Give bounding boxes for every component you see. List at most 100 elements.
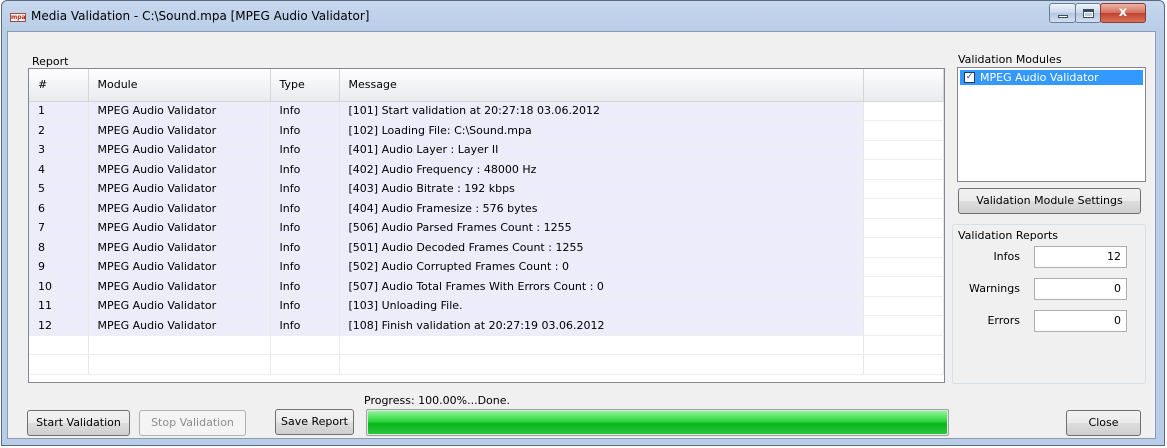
- cell-number: 12: [29, 315, 89, 336]
- table-row[interactable]: 4 MPEG Audio Validator Info [402] Audio Fre…: [29, 159, 944, 180]
- cell-filler: [863, 120, 944, 141]
- progress-bar: [366, 409, 949, 436]
- cell-module: MPEG Audio Validator: [88, 179, 271, 199]
- cell-filler: [863, 140, 944, 160]
- progress-label: Progress: 100.00%...Done.: [364, 394, 511, 407]
- cell-module: MPEG Audio Validator: [88, 315, 271, 336]
- cell-module: MPEG Audio Validator: [88, 101, 271, 121]
- cell-number: 2: [29, 120, 89, 141]
- column-header-message[interactable]: Message: [339, 69, 864, 102]
- start-validation-button[interactable]: Start Validation: [27, 410, 130, 436]
- table-row[interactable]: [29, 354, 944, 375]
- cell-type: Info: [270, 237, 340, 258]
- column-header-type[interactable]: Type: [270, 69, 340, 102]
- table-row[interactable]: [29, 335, 944, 355]
- cell-type: Info: [270, 276, 340, 297]
- cell-message: [101] Start validation at 20:27:18 03.06…: [339, 101, 864, 121]
- column-header-module[interactable]: Module: [88, 69, 271, 102]
- warnings-count: 0: [1034, 278, 1127, 300]
- title-bar[interactable]: mpa Media Validation - C:\Sound.mpa [MPE…: [2, 1, 1164, 33]
- table-row[interactable]: 12 MPEG Audio Validator Info [108] Finish v…: [29, 315, 944, 336]
- cell-filler: [863, 198, 944, 219]
- cell-module: [88, 354, 271, 375]
- report-list[interactable]: # Module Type Message 1 MPEG Audio Valida…: [28, 68, 945, 383]
- cell-module: MPEG Audio Validator: [88, 120, 271, 141]
- infos-count: 12: [1034, 246, 1127, 268]
- cell-type: [270, 335, 340, 355]
- save-report-button[interactable]: Save Report: [275, 409, 354, 435]
- table-row[interactable]: 9 MPEG Audio Validator Info [502] Audio Cor…: [29, 257, 944, 277]
- cell-module: [88, 335, 271, 355]
- table-row[interactable]: 6 MPEG Audio Validator Info [404] Audio Fra…: [29, 198, 944, 219]
- cell-message: [339, 354, 864, 375]
- validation-modules-list[interactable]: ✓ MPEG Audio Validator: [957, 67, 1146, 182]
- cell-filler: [863, 101, 944, 121]
- cell-number: 5: [29, 179, 89, 199]
- cell-module: MPEG Audio Validator: [88, 296, 271, 316]
- table-row[interactable]: 8 MPEG Audio Validator Info [501] Audio Dec…: [29, 237, 944, 258]
- cell-number: 7: [29, 218, 89, 238]
- close-button[interactable]: Close: [1066, 410, 1141, 436]
- column-header-number[interactable]: #: [29, 69, 89, 102]
- cell-message: [507] Audio Total Frames With Errors Cou…: [339, 276, 864, 297]
- cell-module: MPEG Audio Validator: [88, 257, 271, 277]
- cell-number: 9: [29, 257, 89, 277]
- cell-filler: [863, 218, 944, 238]
- cell-filler: [863, 159, 944, 180]
- cell-message: [401] Audio Layer : Layer II: [339, 140, 864, 160]
- cell-type: Info: [270, 296, 340, 316]
- minimize-icon: [1058, 15, 1068, 18]
- cell-message: [506] Audio Parsed Frames Count : 1255: [339, 218, 864, 238]
- module-item-label: MPEG Audio Validator: [980, 71, 1099, 84]
- cell-type: Info: [270, 159, 340, 180]
- cell-message: [108] Finish validation at 20:27:19 03.0…: [339, 315, 864, 336]
- cell-message: [403] Audio Bitrate : 192 kbps: [339, 179, 864, 199]
- report-table: # Module Type Message 1 MPEG Audio Valida…: [29, 69, 944, 375]
- report-header-row: # Module Type Message: [29, 69, 944, 102]
- errors-count: 0: [1034, 310, 1127, 332]
- warnings-label: Warnings: [969, 282, 1020, 295]
- cell-number: 1: [29, 101, 89, 121]
- cell-number: [29, 354, 89, 375]
- table-row[interactable]: 10 MPEG Audio Validator Info [507] Audio To…: [29, 276, 944, 297]
- cell-type: Info: [270, 140, 340, 160]
- cell-type: Info: [270, 198, 340, 219]
- table-row[interactable]: 1 MPEG Audio Validator Info [101] Start val…: [29, 101, 944, 121]
- cell-type: Info: [270, 101, 340, 121]
- cell-number: [29, 335, 89, 355]
- validation-reports-label: Validation Reports: [958, 229, 1059, 242]
- cell-type: Info: [270, 179, 340, 199]
- maximize-icon: [1083, 9, 1094, 18]
- cell-filler: [863, 237, 944, 258]
- cell-number: 6: [29, 198, 89, 219]
- validation-module-settings-button[interactable]: Validation Module Settings: [958, 188, 1141, 214]
- cell-filler: [863, 354, 944, 375]
- module-item-mpeg-audio-validator[interactable]: ✓ MPEG Audio Validator: [960, 70, 1143, 85]
- table-row[interactable]: 2 MPEG Audio Validator Info [102] Loading F…: [29, 120, 944, 141]
- close-icon: x: [1118, 5, 1128, 20]
- table-row[interactable]: 3 MPEG Audio Validator Info [401] Audio Lay…: [29, 140, 944, 160]
- cell-message: [501] Audio Decoded Frames Count : 1255: [339, 237, 864, 258]
- maximize-button[interactable]: [1075, 3, 1101, 23]
- checkbox-checked-icon[interactable]: ✓: [964, 72, 975, 83]
- table-row[interactable]: 5 MPEG Audio Validator Info [403] Audio Bit…: [29, 179, 944, 199]
- cell-message: [103] Unloading File.: [339, 296, 864, 316]
- cell-type: Info: [270, 257, 340, 277]
- column-header-filler: [863, 69, 944, 102]
- app-icon: mpa: [10, 13, 26, 22]
- cell-module: MPEG Audio Validator: [88, 198, 271, 219]
- stop-validation-button[interactable]: Stop Validation: [139, 410, 246, 436]
- window-title: Media Validation - C:\Sound.mpa [MPEG Au…: [31, 9, 370, 23]
- cell-filler: [863, 276, 944, 297]
- report-group-label: Report: [32, 55, 69, 68]
- cell-module: MPEG Audio Validator: [88, 276, 271, 297]
- table-row[interactable]: 11 MPEG Audio Validator Info [103] Unloadin…: [29, 296, 944, 316]
- infos-label: Infos: [993, 250, 1020, 263]
- table-row[interactable]: 7 MPEG Audio Validator Info [506] Audio Par…: [29, 218, 944, 238]
- window-close-button[interactable]: x: [1100, 3, 1146, 23]
- cell-filler: [863, 335, 944, 355]
- cell-type: Info: [270, 120, 340, 141]
- minimize-button[interactable]: [1049, 3, 1076, 23]
- cell-number: 4: [29, 159, 89, 180]
- cell-number: 8: [29, 237, 89, 258]
